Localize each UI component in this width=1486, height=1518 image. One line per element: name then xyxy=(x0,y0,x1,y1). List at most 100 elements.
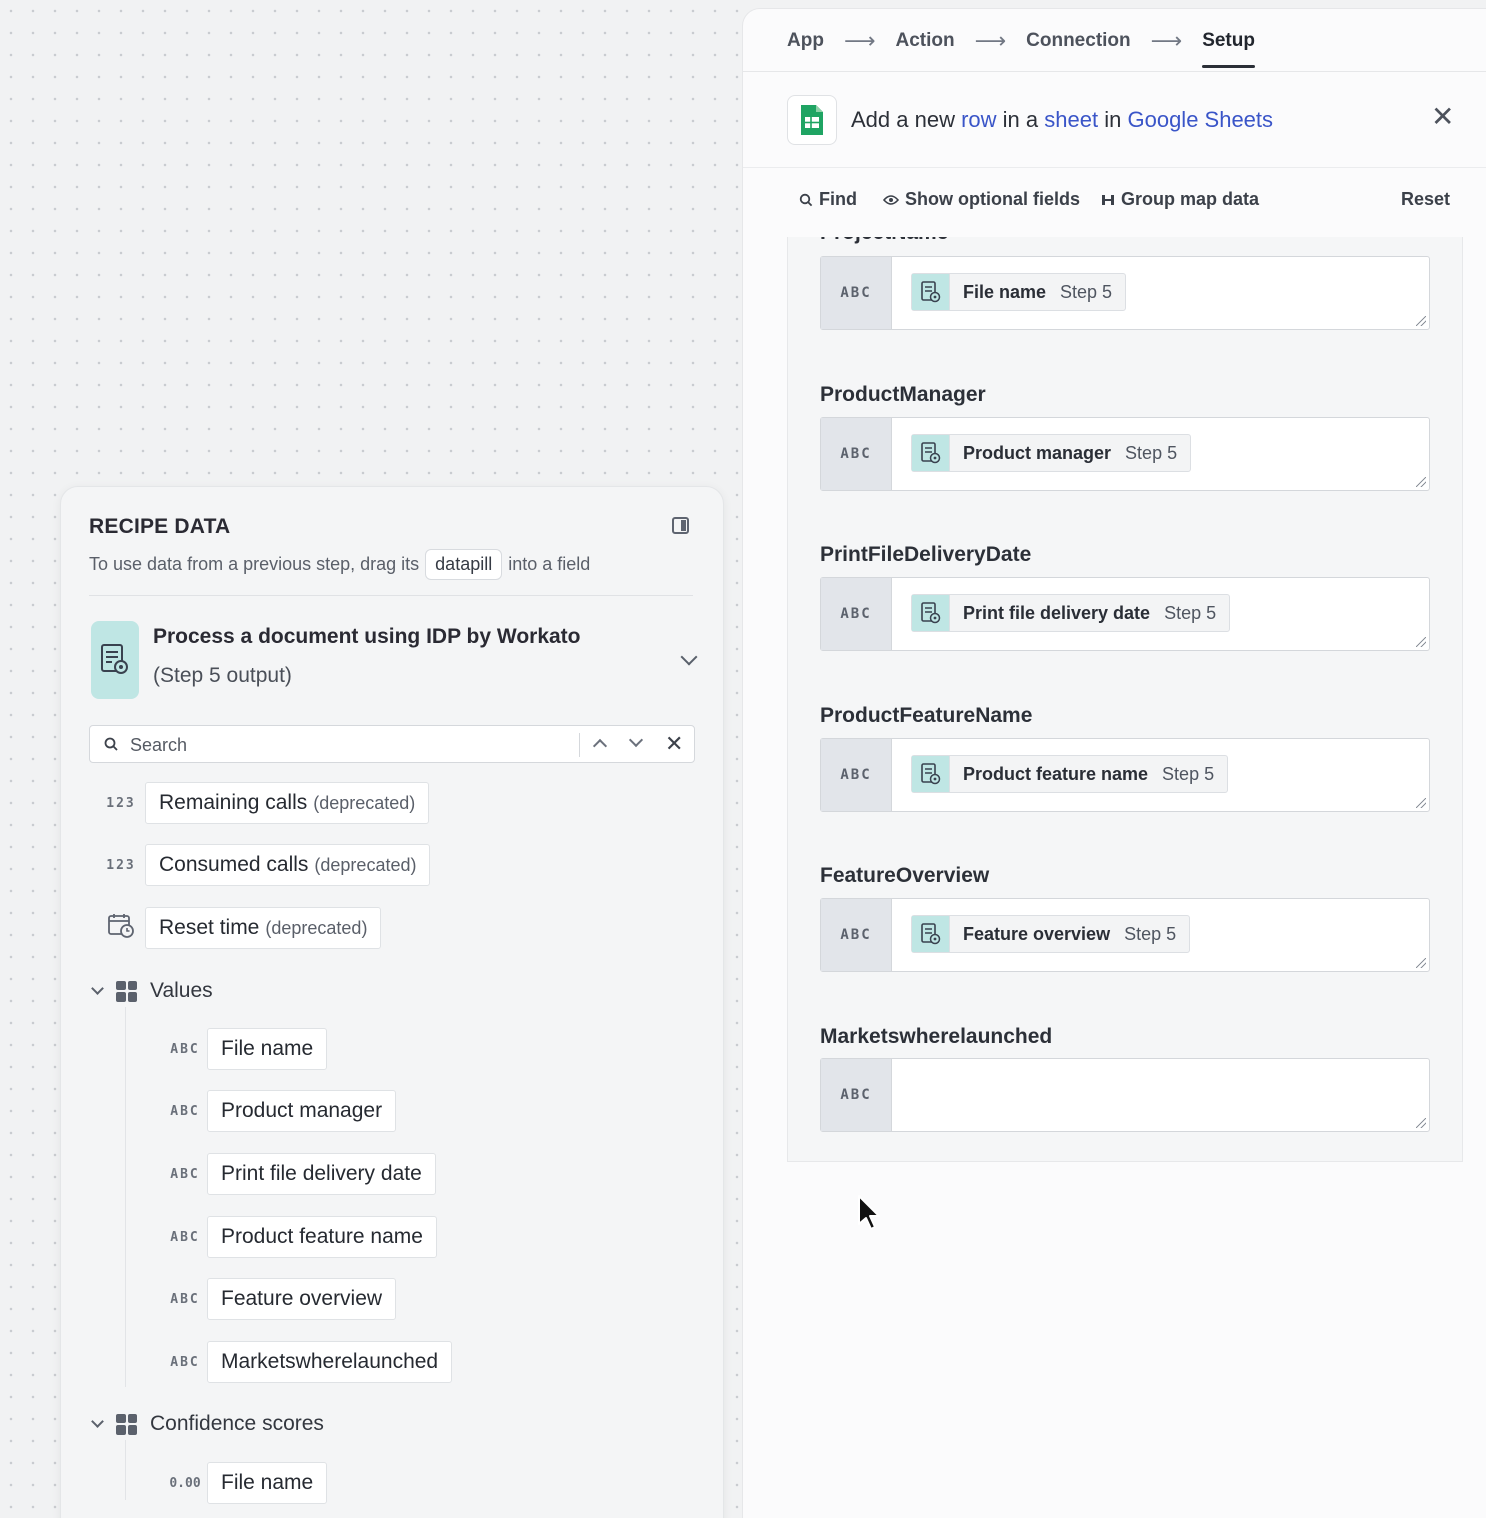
tree-line xyxy=(125,1440,126,1500)
datapill[interactable]: File name xyxy=(207,1028,328,1070)
chevron-down-icon[interactable] xyxy=(680,648,698,666)
type-tag: ABC xyxy=(821,1059,892,1131)
container-link[interactable]: sheet xyxy=(1044,107,1098,132)
arrow-right-icon: ⟶ xyxy=(843,28,876,53)
field-input[interactable]: ABC Feature overview Step 5 xyxy=(820,898,1430,972)
app-link[interactable]: Google Sheets xyxy=(1127,107,1273,132)
list-item[interactable]: 123 Remaining calls (deprecated) xyxy=(99,782,430,824)
recipe-data-panel: RECIPE DATA To use data from a previous … xyxy=(60,486,724,1518)
datapill-name: File name xyxy=(963,281,1047,302)
step-app[interactable]: App xyxy=(787,30,824,52)
list-item[interactable]: 0.00 File name xyxy=(163,1462,328,1504)
resize-handle-icon[interactable] xyxy=(1416,798,1426,808)
step-connection[interactable]: Connection xyxy=(1026,30,1131,52)
field-input[interactable]: ABC File name Step 5 xyxy=(820,256,1430,330)
type-tag: ABC xyxy=(170,1354,200,1370)
field-mapping-form: ProjectName ABC File name Step 5 Product… xyxy=(787,237,1463,1162)
datapill-step: Step 5 xyxy=(1125,442,1178,463)
form-toolbar: Find Show optional fields Group map data… xyxy=(743,169,1486,231)
list-item[interactable]: ABC Marketswherelaunched xyxy=(163,1341,453,1383)
resize-handle-icon[interactable] xyxy=(1416,316,1426,326)
type-tag: 123 xyxy=(106,857,136,873)
reset-button[interactable]: Reset xyxy=(1401,189,1450,210)
recipe-data-hint: To use data from a previous step, drag i… xyxy=(89,549,590,580)
list-item[interactable]: ABC Print file delivery date xyxy=(163,1153,436,1195)
mapped-datapill[interactable]: Feature overview Step 5 xyxy=(911,915,1191,953)
datapill[interactable]: Consumed calls (deprecated) xyxy=(145,844,431,886)
deprecated-note: (deprecated) xyxy=(265,917,368,938)
datapill[interactable]: Remaining calls (deprecated) xyxy=(145,782,430,824)
step-output-header[interactable]: Process a document using IDP by Workato … xyxy=(89,621,698,701)
list-item[interactable]: 123 Consumed calls (deprecated) xyxy=(99,844,431,886)
idp-document-icon xyxy=(912,274,950,310)
datapill[interactable]: Print file delivery date xyxy=(207,1153,436,1195)
mapped-datapill[interactable]: Product manager Step 5 xyxy=(911,434,1192,472)
chevron-down-icon[interactable] xyxy=(91,1414,104,1428)
field-label: PrintFileDeliveryDate xyxy=(820,543,1032,566)
datapill-step: Step 5 xyxy=(1060,281,1113,302)
mapped-datapill[interactable]: Print file delivery date Step 5 xyxy=(911,594,1231,632)
chevron-down-icon[interactable] xyxy=(91,981,104,995)
list-item[interactable]: ABC Product feature name xyxy=(163,1216,437,1258)
datapill[interactable]: File name xyxy=(207,1462,328,1504)
step-title: Process a document using IDP by Workato xyxy=(153,625,581,648)
mouse-cursor-icon xyxy=(858,1195,880,1230)
idp-document-icon xyxy=(912,916,950,952)
field-input[interactable]: ABC xyxy=(820,1058,1430,1132)
group-confidence-scores[interactable]: Confidence scores xyxy=(89,1409,324,1439)
field-label: Marketswherelaunched xyxy=(820,1025,1053,1048)
google-sheets-icon xyxy=(787,95,837,145)
datapill[interactable]: Product feature name xyxy=(207,1216,437,1258)
clear-search-icon[interactable]: ✕ xyxy=(665,732,683,756)
list-item[interactable]: ABC Product manager xyxy=(163,1090,397,1132)
field-input[interactable]: ABC Product manager Step 5 xyxy=(820,417,1430,491)
object-link[interactable]: row xyxy=(961,107,996,132)
calendar-clock-icon xyxy=(99,913,143,943)
find-button[interactable]: Find xyxy=(799,189,857,210)
list-item[interactable]: ABC File name xyxy=(163,1028,328,1070)
resize-handle-icon[interactable] xyxy=(1416,637,1426,647)
close-icon[interactable]: ✕ xyxy=(1431,103,1454,131)
collapse-panel-icon[interactable] xyxy=(672,517,689,534)
search-input[interactable] xyxy=(130,732,570,758)
list-item[interactable]: Reset time (deprecated) xyxy=(99,907,382,949)
field-input[interactable]: ABC Print file delivery date Step 5 xyxy=(820,577,1430,651)
resize-handle-icon[interactable] xyxy=(1416,958,1426,968)
datapill[interactable]: Marketswherelaunched xyxy=(207,1341,453,1383)
mapped-datapill[interactable]: Product feature name Step 5 xyxy=(911,755,1229,793)
group-values[interactable]: Values xyxy=(89,976,213,1006)
idp-document-icon xyxy=(912,435,950,471)
search-icon xyxy=(104,737,118,751)
resize-handle-icon[interactable] xyxy=(1416,477,1426,487)
field-input[interactable]: ABC Product feature name Step 5 xyxy=(820,738,1430,812)
chevron-up-icon[interactable] xyxy=(592,738,608,754)
type-tag: ABC xyxy=(170,1166,200,1182)
hint-datapill: datapill xyxy=(425,549,503,580)
step-action[interactable]: Action xyxy=(895,30,954,52)
type-tag: ABC xyxy=(170,1103,200,1119)
datapill-step: Step 5 xyxy=(1162,763,1215,784)
datapill-name: Product manager xyxy=(963,442,1112,463)
show-optional-fields-button[interactable]: Show optional fields xyxy=(883,189,1080,210)
datapill[interactable]: Reset time (deprecated) xyxy=(145,907,382,949)
list-item[interactable]: ABC Feature overview xyxy=(163,1278,397,1320)
deprecated-note: (deprecated) xyxy=(313,792,416,813)
step-setup[interactable]: Setup xyxy=(1202,30,1255,68)
wizard-steps-nav: App ⟶ Action ⟶ Connection ⟶ Setup xyxy=(743,9,1486,73)
datapill[interactable]: Product manager xyxy=(207,1090,397,1132)
divider xyxy=(89,595,693,596)
idp-document-icon xyxy=(912,756,950,792)
datapill[interactable]: Feature overview xyxy=(207,1278,397,1320)
deprecated-note: (deprecated) xyxy=(314,854,417,875)
field-label: ProductManager xyxy=(820,383,986,406)
group-map-data-button[interactable]: Group map data xyxy=(1101,189,1259,210)
divider xyxy=(743,167,1486,168)
chevron-down-icon[interactable] xyxy=(628,732,644,748)
datapill-step: Step 5 xyxy=(1164,602,1217,623)
divider xyxy=(743,71,1486,72)
step-subtitle: (Step 5 output) xyxy=(153,664,292,687)
resize-handle-icon[interactable] xyxy=(1416,1118,1426,1128)
mapped-datapill[interactable]: File name Step 5 xyxy=(911,273,1127,311)
object-grid-icon xyxy=(116,980,137,1002)
type-tag: ABC xyxy=(821,739,892,811)
